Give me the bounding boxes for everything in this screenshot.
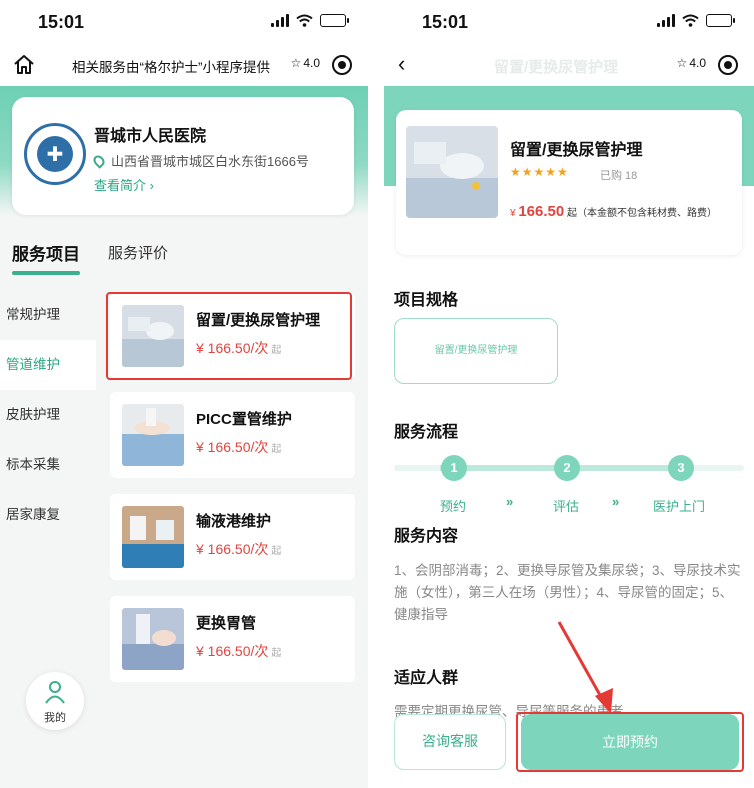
section-title-content: 服务内容 (394, 528, 459, 545)
me-label: 我的 (44, 712, 66, 724)
tabs: 服务项目 服务评价 (0, 240, 368, 280)
battery-icon (706, 14, 735, 27)
flow-step-3: 3 (668, 455, 694, 481)
service-item-port[interactable]: 输液港维护 ¥ 166.50/次起 (110, 494, 355, 580)
price-suffix: 起 (271, 444, 282, 455)
service-price-value: ¥ 166.50/次 (196, 541, 269, 557)
flow-step-label: 医护上门 (653, 499, 706, 514)
price-value: 166.50 (518, 203, 565, 220)
service-price-value: ¥ 166.50/次 (196, 643, 269, 659)
sold-count: 已购 18 (600, 170, 638, 182)
service-name: PICC置管维护 (196, 411, 292, 428)
flow-arrow: » (506, 494, 514, 509)
wifi-icon (296, 14, 313, 27)
status-time: 15:01 (422, 12, 469, 32)
left-screen: 15:01 相关服务由“格尔护士”小程序提供 ☆ 4.0 ✚ 晋城市人民医院 山西… (0, 0, 368, 788)
tab-reviews[interactable]: 服务评价 (108, 242, 168, 263)
section-title-flow: 服务流程 (394, 424, 459, 441)
product-card: 留置/更换尿管护理 ★★★★★ 已购 18 ¥ 166.50 起（本金额不包含耗… (396, 110, 742, 255)
spec-option[interactable]: 留置/更换尿管护理 (394, 318, 558, 384)
currency-symbol: ¥ (510, 208, 516, 219)
service-name: 更换胃管 (196, 615, 257, 632)
view-intro-link[interactable]: 查看简介 › (94, 175, 154, 194)
star-outline-icon: ☆ (290, 56, 302, 70)
service-photo (122, 404, 184, 466)
flow-arrow: » (612, 494, 620, 509)
status-icons (271, 14, 349, 27)
tab-services[interactable]: 服务项目 (12, 240, 80, 275)
category-tube-care[interactable]: 管道维护 (0, 340, 96, 390)
category-routine-care[interactable]: 常规护理 (0, 290, 96, 340)
nav-bar: 相关服务由“格尔护士”小程序提供 ☆ 4.0 (0, 44, 368, 86)
service-price: ¥ 166.50/次起 (196, 641, 281, 661)
service-item-picc[interactable]: PICC置管维护 ¥ 166.50/次起 (110, 392, 355, 478)
rating-value: 4.0 (689, 56, 706, 70)
flow-step-label: 评估 (553, 499, 580, 514)
service-price-value: ¥ 166.50/次 (196, 439, 269, 455)
star-outline-icon: ☆ (676, 56, 688, 70)
screen-divider (368, 0, 384, 788)
category-home-rehab[interactable]: 居家康复 (0, 490, 96, 540)
hospital-name: 晋城市人民医院 (94, 128, 207, 145)
hospital-logo: ✚ (24, 123, 86, 185)
rating-stars: ★★★★★ (510, 165, 569, 179)
highlight-box-book-button (516, 712, 744, 772)
location-pin-icon (91, 152, 107, 169)
status-bar: 15:01 (0, 0, 368, 44)
rating-badge[interactable]: ☆ 4.0 (291, 56, 320, 70)
hospital-address-text: 山西省晋城市城区白水东街1666号 (111, 154, 309, 169)
section-title-spec: 项目规格 (394, 292, 459, 309)
nav-title: 留置/更换尿管护理 (494, 59, 619, 76)
highlight-box-service (106, 292, 352, 380)
signal-icon (271, 14, 289, 27)
status-time: 15:01 (38, 12, 85, 32)
consult-service-button[interactable]: 咨询客服 (394, 714, 506, 770)
nav-title: 相关服务由“格尔护士”小程序提供 (72, 60, 270, 75)
service-price: ¥ 166.50/次起 (196, 539, 281, 559)
service-item-gastric-tube[interactable]: 更换胃管 ¥ 166.50/次起 (110, 596, 355, 682)
flow-step-2: 2 (554, 455, 580, 481)
user-icon (45, 681, 65, 704)
signal-icon (657, 14, 675, 27)
flow-step-1: 1 (441, 455, 467, 481)
hospital-address: 山西省晋城市城区白水东街1666号 (91, 151, 309, 170)
service-photo (122, 506, 184, 568)
category-sidebar: 常规护理 管道维护 皮肤护理 标本采集 居家康复 (0, 290, 96, 540)
service-price: ¥ 166.50/次起 (196, 437, 281, 457)
price-suffix: 起 (567, 208, 578, 219)
hospital-card: ✚ 晋城市人民医院 山西省晋城市城区白水东街1666号 查看简介 › (12, 97, 354, 215)
service-name: 输液港维护 (196, 513, 272, 530)
product-price: ¥ 166.50 起（本金额不包含耗材费、路费） (510, 202, 732, 224)
price-note: （本金额不包含耗材费、路费） (577, 208, 718, 219)
me-button[interactable]: 我的 (26, 672, 84, 730)
rating-value: 4.0 (303, 56, 320, 70)
service-flow: 1 2 3 预约 » 评估 » 医护上门 (384, 448, 754, 518)
home-icon[interactable] (12, 53, 36, 77)
miniprogram-close-icon[interactable] (332, 55, 352, 75)
service-content-text: 1、会阴部消毒；2、更换导尿管及集尿袋；3、导尿技术实施（女性），第三人在场（男… (394, 563, 741, 622)
price-suffix: 起 (271, 546, 282, 557)
battery-icon (320, 14, 349, 27)
product-name: 留置/更换尿管护理 (510, 142, 643, 159)
flow-step-label: 预约 (440, 499, 467, 514)
status-icons (657, 14, 735, 27)
section-title-audience: 适应人群 (394, 670, 459, 687)
price-suffix: 起 (271, 648, 282, 659)
red-arrow-annotation (557, 621, 613, 714)
product-photo (406, 126, 498, 218)
category-skin-care[interactable]: 皮肤护理 (0, 390, 96, 440)
category-specimen[interactable]: 标本采集 (0, 440, 96, 490)
nav-bar: ‹ 留置/更换尿管护理 ☆ 4.0 (384, 44, 754, 86)
miniprogram-close-icon[interactable] (718, 55, 738, 75)
service-photo (122, 608, 184, 670)
wifi-icon (682, 14, 699, 27)
rating-badge[interactable]: ☆ 4.0 (677, 56, 706, 70)
status-bar: 15:01 (384, 0, 754, 44)
back-icon[interactable]: ‹ (398, 53, 405, 75)
